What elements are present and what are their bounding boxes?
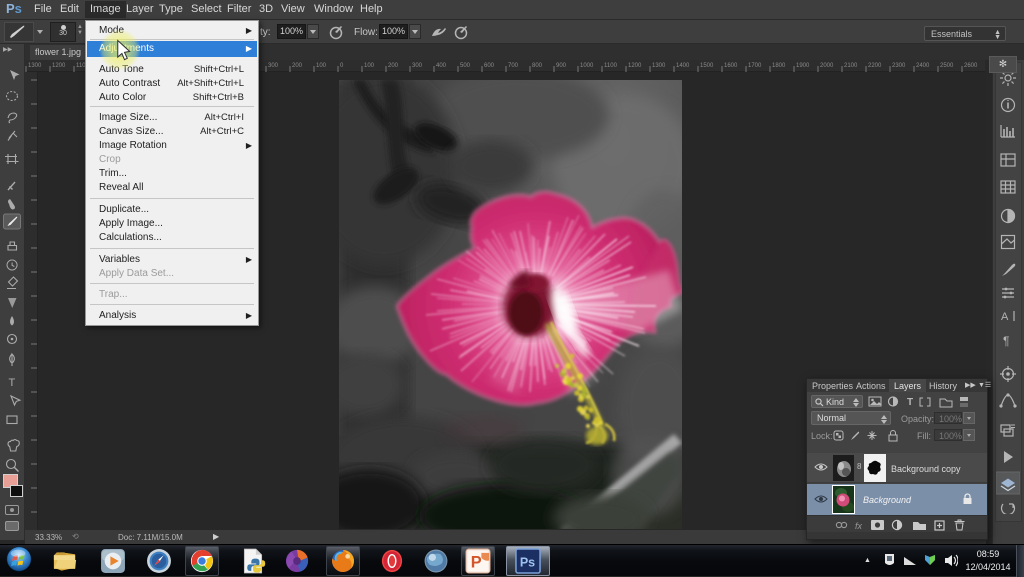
svg-text:1700: 1700 — [748, 63, 762, 69]
svg-text:fx: fx — [855, 521, 863, 531]
svg-text:2400: 2400 — [916, 63, 930, 69]
svg-text:1800: 1800 — [772, 63, 786, 69]
svg-text:1300: 1300 — [652, 63, 666, 69]
svg-text:400: 400 — [436, 63, 447, 69]
svg-text:900: 900 — [556, 63, 567, 69]
svg-text:300: 300 — [412, 63, 423, 69]
svg-text:¶: ¶ — [1003, 334, 1009, 348]
svg-text:100: 100 — [316, 63, 327, 69]
svg-text:T: T — [907, 397, 913, 408]
svg-text:1200: 1200 — [628, 63, 642, 69]
svg-text:P: P — [471, 553, 482, 571]
svg-text:600: 600 — [484, 63, 495, 69]
svg-text:Ps: Ps — [520, 555, 535, 569]
svg-text:700: 700 — [508, 63, 519, 69]
svg-text:200: 200 — [292, 63, 303, 69]
svg-text:A: A — [1001, 311, 1009, 323]
svg-text:1300: 1300 — [28, 63, 42, 69]
svg-text:800: 800 — [532, 63, 543, 69]
svg-text:1200: 1200 — [52, 63, 66, 69]
svg-text:2000: 2000 — [820, 63, 834, 69]
svg-text:1500: 1500 — [700, 63, 714, 69]
svg-text:1900: 1900 — [796, 63, 810, 69]
svg-text:1400: 1400 — [676, 63, 690, 69]
svg-text:2300: 2300 — [892, 63, 906, 69]
svg-text:500: 500 — [460, 63, 471, 69]
svg-text:0: 0 — [340, 63, 344, 69]
svg-text:100: 100 — [364, 63, 375, 69]
svg-text:1600: 1600 — [724, 63, 738, 69]
svg-text:2200: 2200 — [868, 63, 882, 69]
svg-text:1000: 1000 — [580, 63, 594, 69]
svg-text:200: 200 — [388, 63, 399, 69]
svg-text:T: T — [9, 377, 16, 389]
svg-text:2500: 2500 — [940, 63, 954, 69]
svg-text:1100: 1100 — [604, 63, 618, 69]
svg-text:2100: 2100 — [844, 63, 858, 69]
svg-text:300: 300 — [268, 63, 279, 69]
svg-text:2600: 2600 — [964, 63, 978, 69]
